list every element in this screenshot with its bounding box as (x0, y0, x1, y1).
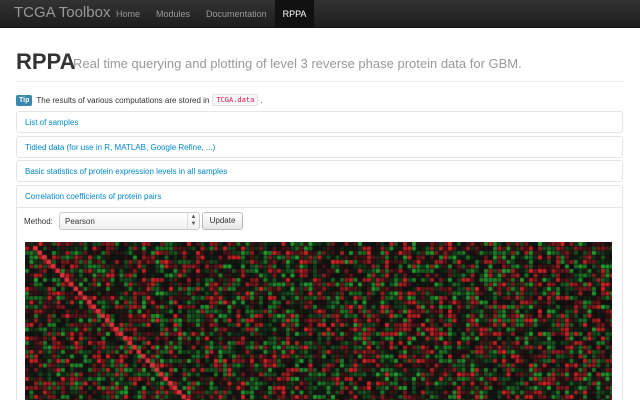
method-selected-value: Pearson (65, 217, 95, 226)
select-updown-icon: ▲ ▼ (187, 213, 199, 229)
page-header: RPPA Real time querying and plotting of … (16, 50, 624, 82)
tip-code: TCGA.data (212, 94, 259, 106)
tip-period: . (260, 95, 263, 105)
nav-documentation[interactable]: Documentation (198, 0, 275, 28)
correlation-heatmap (25, 242, 612, 400)
accordion-toggle-correlation[interactable]: Correlation coefficients of protein pair… (25, 191, 161, 202)
top-navbar: TCGA Toolbox Home Modules Documentation … (0, 0, 640, 28)
page-title: RPPA (16, 49, 76, 74)
nav-modules[interactable]: Modules (148, 0, 198, 28)
accordion-basic-statistics: Basic statistics of protein expression l… (16, 160, 623, 182)
tip-row: Tip The results of various computations … (16, 93, 263, 107)
tip-badge: Tip (16, 94, 33, 106)
update-button[interactable]: Update (202, 212, 243, 230)
accordion-list-of-samples: List of samples (16, 111, 623, 133)
accordion-heading-correlation: Correlation coefficients of protein pair… (17, 186, 622, 208)
accordion-toggle-basic-statistics[interactable]: Basic statistics of protein expression l… (25, 166, 227, 177)
method-select[interactable]: Pearson ▲ ▼ (59, 212, 200, 230)
tip-text: The results of various computations are … (36, 95, 210, 105)
main-nav: Home Modules Documentation RPPA (108, 0, 315, 28)
method-label: Method: (24, 217, 53, 226)
nav-home[interactable]: Home (108, 0, 148, 28)
accordion-toggle-samples[interactable]: List of samples (25, 117, 78, 128)
accordion-toggle-tidied-data[interactable]: Tidied data (for use in R, MATLAB, Googl… (25, 142, 215, 153)
accordion-tidied-data: Tidied data (for use in R, MATLAB, Googl… (16, 136, 623, 158)
brand-logo[interactable]: TCGA Toolbox (14, 3, 110, 23)
nav-rppa[interactable]: RPPA (274, 0, 315, 28)
page-subtitle: Real time querying and plotting of level… (73, 56, 522, 71)
